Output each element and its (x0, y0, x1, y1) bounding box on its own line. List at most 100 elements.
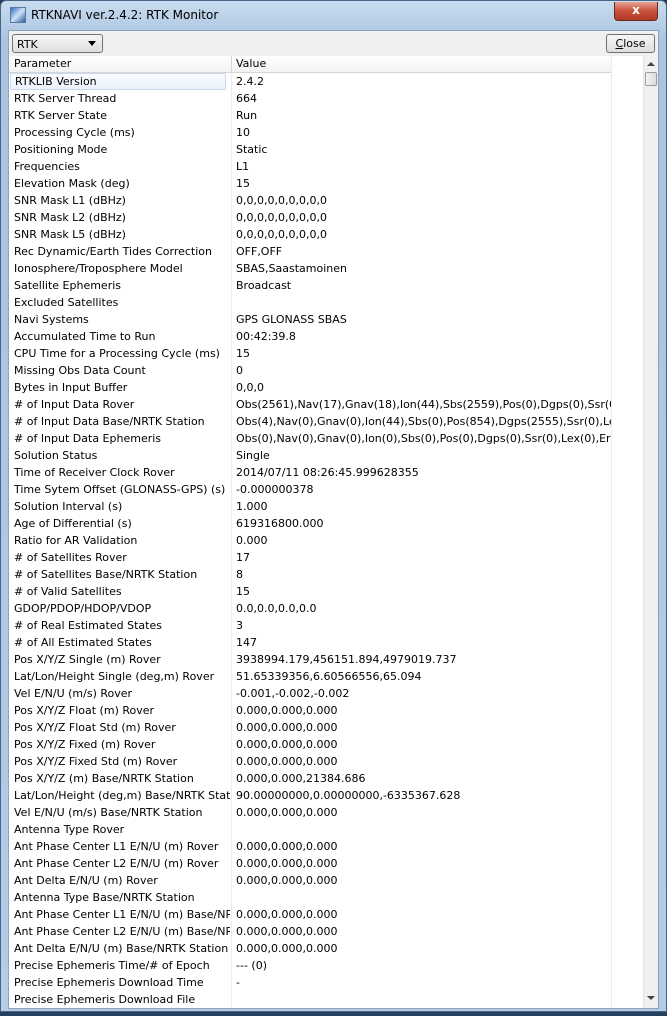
table-row[interactable]: Pos X/Y/Z (m) Base/NRTK Station 0.000,0.0… (9, 770, 611, 787)
parameter-cell: Ionosphere/Troposphere Model (14, 262, 183, 275)
taskbar (0, 1012, 667, 1016)
table-row[interactable]: Bytes in Input Buffer 0,0,0 (9, 379, 611, 396)
window-close-button[interactable]: x (614, 2, 658, 21)
table-row[interactable]: Lat/Lon/Height Single (deg,m) Rover 51.65… (9, 668, 611, 685)
parameter-cell: Ant Phase Center L1 E/N/U (m) Base/NRTK … (14, 908, 230, 921)
table-row[interactable]: Ant Delta E/N/U (m) Base/NRTK Station 0.0… (9, 940, 611, 957)
parameter-cell: Pos X/Y/Z Fixed (m) Rover (14, 738, 156, 751)
header-parameter[interactable]: Parameter (14, 57, 71, 70)
table-row[interactable]: Pos X/Y/Z Float Std (m) Rover 0.000,0.000… (9, 719, 611, 736)
parameter-cell: CPU Time for a Processing Cycle (ms) (14, 347, 220, 360)
header-divider[interactable] (231, 56, 232, 72)
scroll-thumb[interactable] (645, 72, 657, 86)
table-row[interactable]: Ant Phase Center L2 E/N/U (m) Rover 0.000… (9, 855, 611, 872)
parameter-cell: RTKLIB Version (10, 73, 226, 90)
scroll-up-arrow-icon[interactable] (647, 62, 655, 66)
toolbar: RTK Close (9, 31, 658, 56)
parameter-cell: Elevation Mask (deg) (14, 177, 130, 190)
table-row[interactable]: GDOP/PDOP/HDOP/VDOP 0.0,0.0,0.0,0.0 (9, 600, 611, 617)
close-label: lose (623, 37, 646, 50)
table-row[interactable]: Antenna Type Rover (9, 821, 611, 838)
table-row[interactable]: RTK Server Thread 664 (9, 90, 611, 107)
table-row[interactable]: Pos X/Y/Z Fixed (m) Rover 0.000,0.000,0.0… (9, 736, 611, 753)
table-row[interactable]: Antenna Type Base/NRTK Station (9, 889, 611, 906)
value-cell: 2014/07/11 08:26:45.999628355 (236, 466, 419, 479)
table-row[interactable]: Solution Interval (s) 1.000 (9, 498, 611, 515)
table-row[interactable]: Time Sytem Offset (GLONASS-GPS) (s) -0.00… (9, 481, 611, 498)
table-row[interactable]: # of All Estimated States 147 (9, 634, 611, 651)
table-row[interactable]: Elevation Mask (deg) 15 (9, 175, 611, 192)
table-row[interactable]: Processing Cycle (ms) 10 (9, 124, 611, 141)
scroll-down-arrow-icon[interactable] (647, 996, 655, 1000)
value-cell: 0.000 (236, 534, 268, 547)
table-row[interactable]: Pos X/Y/Z Float (m) Rover 0.000,0.000,0.0… (9, 702, 611, 719)
table-row[interactable]: Positioning Mode Static (9, 141, 611, 158)
table-row[interactable]: Solution Status Single (9, 447, 611, 464)
value-cell: 1.000 (236, 500, 268, 513)
vertical-scrollbar[interactable] (643, 56, 658, 1008)
table-row[interactable]: Age of Differential (s) 619316800.000 (9, 515, 611, 532)
table-row[interactable]: CPU Time for a Processing Cycle (ms) 15 (9, 345, 611, 362)
value-cell: 0.000,0.000,0.000 (236, 908, 338, 921)
table-row[interactable]: Missing Obs Data Count 0 (9, 362, 611, 379)
value-cell: Run (236, 109, 258, 122)
table-row[interactable]: # of Input Data Base/NRTK Station Obs(4),… (9, 413, 611, 430)
table-row[interactable]: # of Real Estimated States 3 (9, 617, 611, 634)
parameter-cell: Ant Phase Center L2 E/N/U (m) Base/NRTK … (14, 925, 230, 938)
value-cell: --- (0) (236, 959, 267, 972)
table-row[interactable]: Vel E/N/U (m/s) Base/NRTK Station 0.000,0… (9, 804, 611, 821)
table-row[interactable]: Precise Ephemeris Download Time - (9, 974, 611, 991)
monitor-type-select[interactable]: RTK (12, 34, 103, 53)
table-row[interactable]: Ant Phase Center L1 E/N/U (m) Base/NRTK … (9, 906, 611, 923)
table-row[interactable]: Ionosphere/Troposphere Model SBAS,Saastam… (9, 260, 611, 277)
table-row[interactable]: RTKLIB Version 2.4.2 (9, 73, 611, 90)
value-cell: 2.4.2 (236, 75, 264, 88)
parameter-cell: Pos X/Y/Z (m) Base/NRTK Station (14, 772, 194, 785)
table-row[interactable]: # of Input Data Ephemeris Obs(0),Nav(0),G… (9, 430, 611, 447)
parameter-cell: Missing Obs Data Count (14, 364, 146, 377)
table-row[interactable]: # of Input Data Rover Obs(2561),Nav(17),G… (9, 396, 611, 413)
table-row[interactable]: Excluded Satellites (9, 294, 611, 311)
value-cell: 0.000,0.000,21384.686 (236, 772, 366, 785)
title-bar[interactable]: RTKNAVI ver.2.4.2: RTK Monitor x (1, 1, 666, 30)
table-row[interactable]: # of Valid Satellites 15 (9, 583, 611, 600)
table-row[interactable]: Ratio for AR Validation 0.000 (9, 532, 611, 549)
table-row[interactable]: Precise Ephemeris Download File (9, 991, 611, 1008)
value-cell: Broadcast (236, 279, 292, 292)
value-cell: GPS GLONASS SBAS (236, 313, 347, 326)
value-cell: 15 (236, 177, 250, 190)
table-row[interactable]: # of Satellites Base/NRTK Station 8 (9, 566, 611, 583)
rtk-monitor-window: RTKNAVI ver.2.4.2: RTK Monitor x RTK Clo… (0, 0, 667, 1012)
table-row[interactable]: Rec Dynamic/Earth Tides Correction OFF,OF… (9, 243, 611, 260)
table-row[interactable]: Time of Receiver Clock Rover 2014/07/11 0… (9, 464, 611, 481)
table-row[interactable]: Lat/Lon/Height (deg,m) Base/NRTK Station… (9, 787, 611, 804)
table-row[interactable]: SNR Mask L1 (dBHz) 0,0,0,0,0,0,0,0,0 (9, 192, 611, 209)
table-row[interactable]: Pos X/Y/Z Single (m) Rover 3938994.179,45… (9, 651, 611, 668)
parameter-cell: Precise Ephemeris Download File (14, 993, 196, 1006)
table-row[interactable]: SNR Mask L2 (dBHz) 0,0,0,0,0,0,0,0,0 (9, 209, 611, 226)
table-row[interactable]: Frequencies L1 (9, 158, 611, 175)
table-row[interactable]: SNR Mask L5 (dBHz) 0,0,0,0,0,0,0,0,0 (9, 226, 611, 243)
table-row[interactable]: Vel E/N/U (m/s) Rover -0.001,-0.002,-0.00… (9, 685, 611, 702)
value-cell: -0.001,-0.002,-0.002 (236, 687, 350, 700)
table-row[interactable]: Ant Phase Center L2 E/N/U (m) Base/NRTK … (9, 923, 611, 940)
table-row[interactable]: Satellite Ephemeris Broadcast (9, 277, 611, 294)
table-row[interactable]: Ant Delta E/N/U (m) Rover 0.000,0.000,0.0… (9, 872, 611, 889)
header-value[interactable]: Value (236, 57, 266, 70)
parameter-cell: Ant Phase Center L2 E/N/U (m) Rover (14, 857, 219, 870)
parameter-cell: Pos X/Y/Z Single (m) Rover (14, 653, 161, 666)
table-row[interactable]: Ant Phase Center L1 E/N/U (m) Rover 0.000… (9, 838, 611, 855)
table-row[interactable]: RTK Server State Run (9, 107, 611, 124)
parameter-cell: # of All Estimated States (14, 636, 152, 649)
table-row[interactable]: Navi Systems GPS GLONASS SBAS (9, 311, 611, 328)
table-row[interactable]: # of Satellites Rover 17 (9, 549, 611, 566)
parameter-cell: Vel E/N/U (m/s) Base/NRTK Station (14, 806, 203, 819)
table-row[interactable]: Accumulated Time to Run 00:42:39.8 (9, 328, 611, 345)
table-row[interactable]: Pos X/Y/Z Fixed Std (m) Rover 0.000,0.000… (9, 753, 611, 770)
value-cell: 0.000,0.000,0.000 (236, 738, 338, 751)
value-cell: 0.000,0.000,0.000 (236, 925, 338, 938)
monitor-grid[interactable]: Parameter Value RTKLIB Version 2.4.2 RTK S… (9, 56, 658, 1008)
table-row[interactable]: Precise Ephemeris Time/# of Epoch --- (0) (9, 957, 611, 974)
parameter-cell: Accumulated Time to Run (14, 330, 156, 343)
close-button[interactable]: Close (606, 34, 655, 53)
